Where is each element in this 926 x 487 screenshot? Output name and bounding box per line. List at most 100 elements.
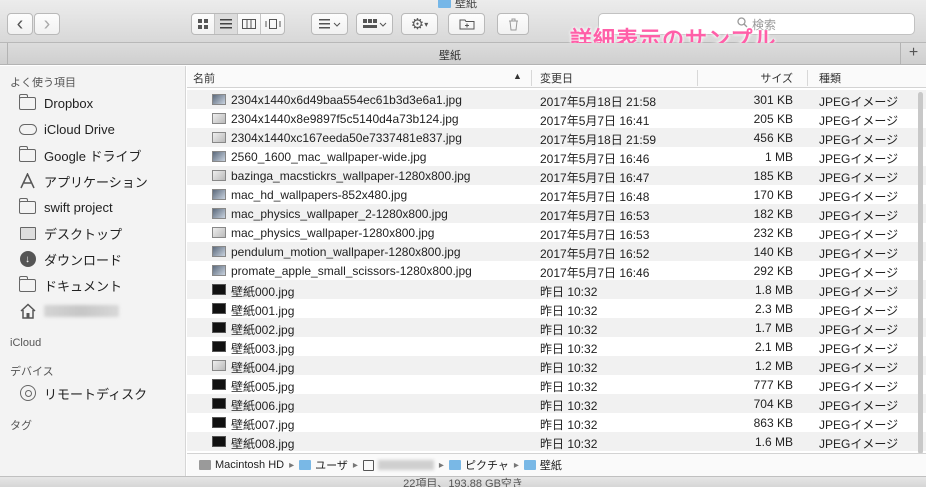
icloud-header: iCloud xyxy=(10,337,42,349)
file-size: 2.3 MB xyxy=(754,302,793,316)
action-button[interactable]: ⚙ ▾ xyxy=(401,13,438,35)
coverflow-view-button[interactable] xyxy=(261,14,284,34)
column-header-row: 名前 ▲ 変更日 サイズ 種類 xyxy=(187,66,926,88)
list-view-button[interactable] xyxy=(215,14,238,34)
path-item-home[interactable] xyxy=(362,459,434,471)
folder-icon xyxy=(18,197,37,215)
table-row[interactable]: 2304x1440x8e9897f5c5140d4a73b124.jpg 2017… xyxy=(187,109,926,128)
sidebar-item-home[interactable] xyxy=(18,301,119,321)
sidebar-item-dropbox[interactable]: Dropbox xyxy=(18,93,93,113)
table-row[interactable]: 2560_1600_mac_wallpaper-wide.jpg 2017年5月7… xyxy=(187,147,926,166)
arrange-button[interactable] xyxy=(311,13,348,35)
file-size: 1 MB xyxy=(764,150,793,164)
file-thumbnail-icon xyxy=(212,246,226,257)
forward-button[interactable]: › xyxy=(34,13,60,35)
table-row[interactable]: 壁紙008.jpg 昨日 10:32 1.6 MB JPEGイメージ xyxy=(187,432,926,451)
column-header-name[interactable]: 名前 xyxy=(193,70,215,86)
file-kind: JPEGイメージ xyxy=(819,190,899,204)
chevron-down-icon: ▾ xyxy=(424,19,429,29)
file-name: 2304x1440x8e9897f5c5140d4a73b124.jpg xyxy=(231,112,459,126)
tags-header: タグ xyxy=(10,420,32,432)
column-header-size[interactable]: サイズ xyxy=(707,70,793,86)
file-name: 壁紙003.jpg xyxy=(231,342,295,356)
list-icon xyxy=(220,19,232,29)
file-kind: JPEGイメージ xyxy=(819,380,899,394)
table-row[interactable]: 壁紙005.jpg 昨日 10:32 777 KB JPEGイメージ xyxy=(187,375,926,394)
sidebar-item-downloads[interactable]: ↓ ダウンロード xyxy=(18,249,122,269)
sidebar-item-icloud-drive[interactable]: iCloud Drive xyxy=(18,119,115,139)
file-date: 2017年5月7日 16:41 xyxy=(540,114,650,128)
folder-icon xyxy=(18,145,37,163)
file-date: 2017年5月7日 16:53 xyxy=(540,209,650,223)
table-row[interactable]: 壁紙002.jpg 昨日 10:32 1.7 MB JPEGイメージ xyxy=(187,318,926,337)
path-item-folder[interactable]: 壁紙 xyxy=(523,457,562,473)
sidebar-item-label: iCloud Drive xyxy=(44,121,115,137)
file-date: 2017年5月18日 21:58 xyxy=(540,95,657,109)
scrollbar[interactable] xyxy=(917,92,924,454)
file-size: 170 KB xyxy=(753,188,793,202)
trash-button[interactable] xyxy=(497,13,529,35)
status-bar: 22項目、193.88 GB空き xyxy=(0,476,926,487)
icon-view-button[interactable] xyxy=(192,14,215,34)
home-icon xyxy=(362,459,374,471)
file-kind: JPEGイメージ xyxy=(819,114,899,128)
sidebar-item-applications[interactable]: アプリケーション xyxy=(18,171,148,191)
sidebar-item-swift-project[interactable]: swift project xyxy=(18,197,113,217)
file-thumbnail-icon xyxy=(212,227,226,238)
arrange-icon xyxy=(318,19,340,29)
file-kind: JPEGイメージ xyxy=(819,95,899,109)
table-row[interactable]: 2304x1440x6d49baa554ec61b3d3e6a1.jpg 2017… xyxy=(187,90,926,109)
cloud-icon xyxy=(18,121,37,137)
file-thumbnail-icon xyxy=(212,265,226,276)
disc-icon xyxy=(18,385,37,401)
sort-ascending-icon: ▲ xyxy=(513,71,522,81)
table-row[interactable]: 壁紙007.jpg 昨日 10:32 863 KB JPEGイメージ xyxy=(187,413,926,432)
file-name: mac_physics_wallpaper_2-1280x800.jpg xyxy=(231,207,448,221)
file-size: 182 KB xyxy=(753,207,793,221)
table-row[interactable]: mac_physics_wallpaper-1280x800.jpg 2017年5… xyxy=(187,223,926,242)
grid-icon xyxy=(197,18,208,29)
tab-title[interactable]: 壁紙 xyxy=(0,47,900,63)
file-name: 壁紙002.jpg xyxy=(231,323,295,337)
file-name: bazinga_macstickrs_wallpaper-1280x800.jp… xyxy=(231,169,471,183)
table-row[interactable]: 壁紙003.jpg 昨日 10:32 2.1 MB JPEGイメージ xyxy=(187,337,926,356)
add-tab-button[interactable]: + xyxy=(900,43,926,65)
table-row[interactable]: mac_physics_wallpaper_2-1280x800.jpg 2017… xyxy=(187,204,926,223)
table-row[interactable]: 壁紙001.jpg 昨日 10:32 2.3 MB JPEGイメージ xyxy=(187,299,926,318)
sidebar-item-google-drive[interactable]: Google ドライブ xyxy=(18,145,142,165)
applications-icon xyxy=(18,173,37,189)
column-header-date[interactable]: 変更日 xyxy=(540,70,573,86)
table-row[interactable]: promate_apple_small_scissors-1280x800.jp… xyxy=(187,261,926,280)
file-kind: JPEGイメージ xyxy=(819,133,899,147)
column-view-button[interactable] xyxy=(238,14,261,34)
path-item-disk[interactable]: Macintosh HD xyxy=(199,459,284,471)
file-size: 205 KB xyxy=(753,112,793,126)
file-name: 2304x1440xc167eeda50e7337481e837.jpg xyxy=(231,131,462,145)
view-mode-control[interactable] xyxy=(191,13,285,35)
table-row[interactable]: 壁紙000.jpg 昨日 10:32 1.8 MB JPEGイメージ xyxy=(187,280,926,299)
path-separator-icon: ▸ xyxy=(438,459,444,471)
path-item-users[interactable]: ユーザ xyxy=(299,457,348,473)
sidebar-item-documents[interactable]: ドキュメント xyxy=(18,275,122,295)
sidebar: よく使う項目 Dropbox iCloud Drive Google ドライブ … xyxy=(0,66,186,476)
table-row[interactable]: 壁紙006.jpg 昨日 10:32 704 KB JPEGイメージ xyxy=(187,394,926,413)
column-header-kind[interactable]: 種類 xyxy=(819,70,841,86)
file-kind: JPEGイメージ xyxy=(819,304,899,318)
columns-icon xyxy=(242,19,256,29)
chevron-right-icon: › xyxy=(43,13,51,35)
sidebar-item-remote-disc[interactable]: リモートディスク xyxy=(18,383,147,403)
back-button[interactable]: ‹ xyxy=(7,13,33,35)
table-row[interactable]: pendulum_motion_wallpaper-1280x800.jpg 20… xyxy=(187,242,926,261)
path-item-pictures[interactable]: ピクチャ xyxy=(448,457,509,473)
file-thumbnail-icon xyxy=(212,398,226,409)
file-size: 1.7 MB xyxy=(754,321,793,335)
new-folder-button[interactable] xyxy=(448,13,485,35)
file-size: 863 KB xyxy=(753,416,793,430)
table-row[interactable]: mac_hd_wallpapers-852x480.jpg 2017年5月7日 1… xyxy=(187,185,926,204)
table-row[interactable]: 壁紙004.jpg 昨日 10:32 1.2 MB JPEGイメージ xyxy=(187,356,926,375)
group-by-button[interactable] xyxy=(356,13,393,35)
file-kind: JPEGイメージ xyxy=(819,152,899,166)
table-row[interactable]: 2304x1440xc167eeda50e7337481e837.jpg 2017… xyxy=(187,128,926,147)
table-row[interactable]: bazinga_macstickrs_wallpaper-1280x800.jp… xyxy=(187,166,926,185)
sidebar-item-desktop[interactable]: デスクトップ xyxy=(18,223,122,243)
